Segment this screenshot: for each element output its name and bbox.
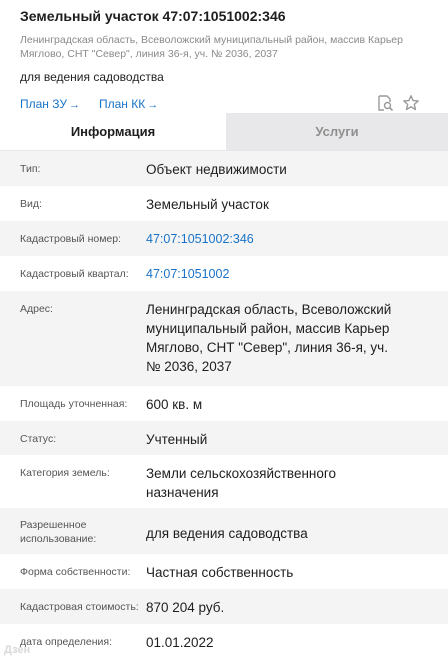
row-label: Адрес: [20,303,53,315]
row-permitted-use: Разрешенное использование: для ведения с… [0,508,448,554]
arrow-right-icon: → [69,99,80,111]
tab-information[interactable]: Информация [0,113,226,150]
row-land-category: Категория земель: Земли сельскохозяйстве… [0,455,448,508]
label-line: использование: [20,533,97,545]
row-kind: Вид: Земельный участок [0,186,448,221]
cadastral-quarter-link[interactable]: 47:07:1051002 [146,256,448,284]
row-label: Категория земель: [20,467,110,479]
tab-bar: Информация Услуги [0,113,448,151]
object-purpose: для ведения садоводства [20,70,164,84]
label-line: Разрешенное [20,519,87,531]
row-valuation-date: дата определения: 01.01.2022 [0,624,448,659]
row-status: Статус: Учтенный [0,421,448,455]
row-value: Земельный участок [146,197,269,212]
address-line: № 2036, 2037 [146,359,232,374]
row-value: для ведения садоводства [146,526,308,541]
row-label: Тип: [20,163,41,175]
arrow-right-icon: → [147,99,159,111]
row-value: Учтенный [146,432,208,447]
row-label: Статус: [20,433,57,445]
object-address-summary: Ленинградская область, Всеволожский муни… [20,33,428,61]
row-address: Адрес: Ленинградская область, Всеволожск… [0,291,448,386]
search-document-icon[interactable] [374,92,396,114]
row-value: 870 204 руб. [146,600,225,615]
cadastral-number-link[interactable]: 47:07:1051002:346 [146,221,448,249]
info-table: Тип: Объект недвижимости Вид: Земельный … [0,151,448,659]
plan-kk-link[interactable]: План КК → [99,97,158,112]
row-value: 01.01.2022 [146,635,214,650]
row-label: Кадастровый квартал: [20,268,129,280]
row-cadastral-number: Кадастровый номер: 47:07:1051002:346 [0,221,448,256]
row-cadastral-quarter: Кадастровый квартал: 47:07:1051002 [0,256,448,291]
row-label: Кадастровый номер: [20,233,122,245]
row-label: Кадастровая стоимость: [20,601,139,613]
address-line-2: Мяглово, СНТ "Север", линия 36-я, уч. № … [20,48,278,60]
object-header: Земельный участок 47:07:1051002:346 Лени… [0,0,448,119]
row-label: Форма собственности: [20,566,131,578]
watermark-logo: Дзен [4,644,31,656]
row-value: Объект недвижимости [146,162,287,177]
address-line: муниципальный район, массив Карьер [146,321,390,336]
row-value: Ленинградская область, Всеволожский муни… [146,291,448,376]
row-value: Земли сельскохозяйственного назначения [146,455,448,502]
row-value: 600 кв. м [146,397,203,412]
plan-zu-link[interactable]: План ЗУ → [20,97,80,112]
row-type: Тип: Объект недвижимости [0,151,448,186]
row-label: Площадь уточненная: [20,398,128,410]
plan-kk-label: План КК [99,97,146,111]
tab-services[interactable]: Услуги [226,113,448,150]
value-line: Земли сельскохозяйственного [146,466,337,481]
row-label: Разрешенное использование: [0,508,146,546]
address-line: Мяглово, СНТ "Север", линия 36-я, уч. [146,340,388,355]
row-ownership: Форма собственности: Частная собственнос… [0,554,448,589]
row-label: Вид: [20,198,42,210]
address-line-1: Ленинградская область, Всеволожский муни… [20,34,403,46]
row-value: Частная собственность [146,565,294,580]
plan-zu-label: План ЗУ [20,97,67,111]
row-cadastral-value: Кадастровая стоимость: 870 204 руб. [0,589,448,624]
row-area: Площадь уточненная: 600 кв. м [0,386,448,421]
object-title: Земельный участок 47:07:1051002:346 [20,8,286,24]
star-icon[interactable] [400,92,422,114]
value-line: назначения [146,485,219,500]
address-line: Ленинградская область, Всеволожский [146,302,392,317]
